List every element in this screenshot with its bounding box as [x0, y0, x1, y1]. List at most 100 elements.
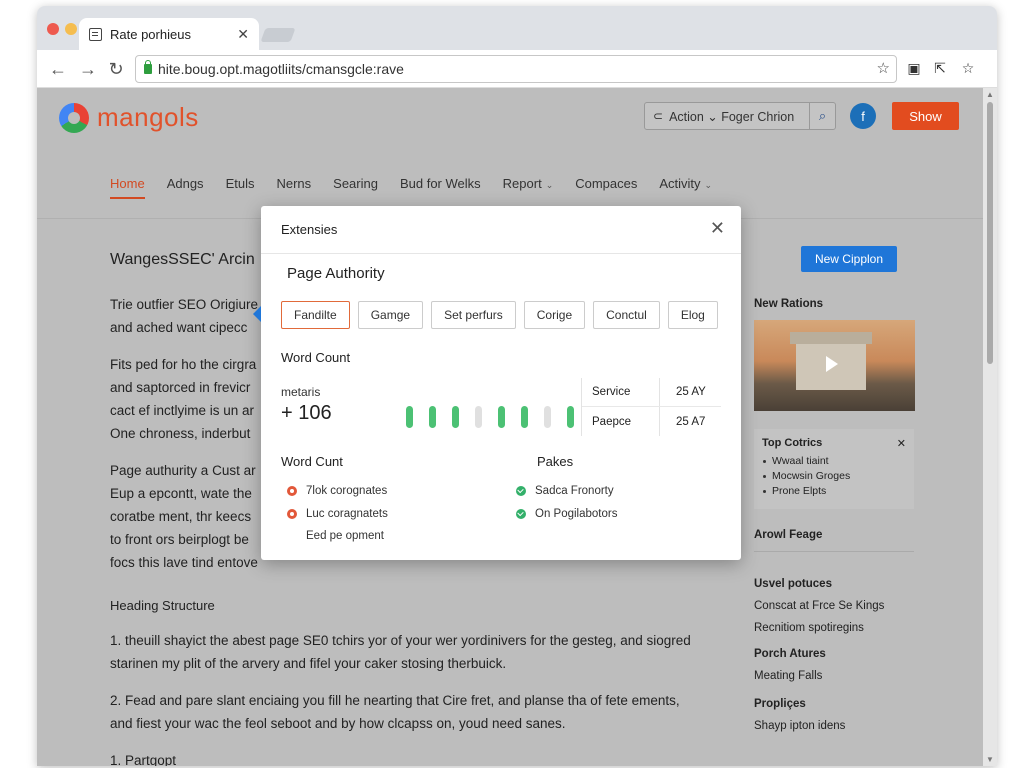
nav-item[interactable]: Adngs	[167, 176, 204, 199]
nav-label: Nerns	[276, 176, 312, 191]
metric-value: + 106	[281, 402, 332, 424]
indicator-bar	[475, 406, 482, 428]
chip[interactable]: Fandilte	[281, 301, 350, 329]
check-item[interactable]: Sadca Fronorty	[516, 485, 614, 497]
indicator-bar	[567, 406, 574, 428]
nav-item-activity[interactable]: Activity ⌄	[659, 176, 712, 199]
stats-row: Paepce 25 A7	[582, 407, 721, 436]
video-thumbnail[interactable]	[754, 320, 915, 411]
sidebar-heading: Arowl Feage	[754, 529, 823, 541]
chevron-down-icon: ⌄	[704, 180, 713, 190]
scroll-thumb[interactable]	[987, 102, 993, 364]
pages-section-title: Pakes	[537, 454, 574, 469]
close-tab-icon[interactable]: ✕	[237, 26, 249, 43]
bookmark-star-icon[interactable]: ☆	[877, 59, 890, 77]
check-label: On Pogilabotors	[535, 508, 618, 520]
check-item[interactable]: On Pogilabotors	[516, 508, 617, 520]
reload-icon[interactable]: ↻	[105, 58, 127, 80]
sidebar: New Rations Top Cotrics ✕ Wwaal tiaint M…	[754, 298, 915, 742]
check-label: 7lok corognates	[306, 485, 388, 497]
stats-label: Service	[582, 378, 660, 406]
chip[interactable]: Conctul	[593, 301, 660, 329]
metric-label: metaris	[281, 385, 321, 399]
forward-icon[interactable]: →	[77, 58, 99, 80]
word-count-section-title: Word Cunt	[281, 454, 343, 469]
minimize-window-icon[interactable]	[65, 23, 77, 35]
text-line: to front ors beirplogt be	[110, 532, 249, 547]
nav-item[interactable]: Etuls	[226, 176, 255, 199]
text-line: 1. theuill shayict the abest page SE0 tc…	[110, 633, 691, 648]
nav-item[interactable]: Searing	[333, 176, 378, 199]
new-button[interactable]: New Cipplon	[801, 246, 897, 272]
chip[interactable]: Gamge	[357, 301, 424, 329]
play-icon[interactable]	[826, 356, 838, 372]
chip[interactable]: Corige	[523, 301, 586, 329]
text-line: and ached want cipecc	[110, 320, 248, 335]
check-item[interactable]: 7lok corognates	[287, 485, 387, 497]
list-item[interactable]: Wwaal tiaint	[762, 454, 906, 469]
top-topics-box: Top Cotrics ✕ Wwaal tiaint Mocwsin Groge…	[754, 429, 914, 509]
scroll-down-icon[interactable]: ▼	[986, 755, 994, 764]
indicator-bar	[521, 406, 528, 428]
site-search[interactable]: ⊂ Action ⌄ Foger Chrion ⌕	[644, 102, 836, 130]
sidebar-link[interactable]: Conscat at Frce Se Kings	[754, 600, 914, 612]
show-button[interactable]: Show	[892, 102, 959, 130]
page-icon	[89, 27, 102, 41]
close-icon[interactable]: ✕	[710, 218, 725, 239]
check-item[interactable]: Eed pe opment	[306, 530, 384, 542]
url-text: hite.boug.opt.magotliits/cmansgcle:rave	[158, 61, 404, 77]
close-icon[interactable]: ✕	[897, 437, 906, 450]
check-label: Sadca Fronorty	[535, 485, 614, 497]
text-line: Fits ped for ho the cirgra	[110, 357, 257, 372]
article-list-item: 1. Partgopt	[110, 749, 710, 766]
chip[interactable]: Elog	[667, 301, 718, 329]
new-tab-button[interactable]	[260, 28, 296, 42]
extension-icon[interactable]: ▣	[905, 59, 923, 77]
search-prefix-icon: ⊂	[653, 109, 664, 123]
search-icon[interactable]: ⌕	[809, 103, 835, 129]
text-line: and fiest your wac the feol seboot and b…	[110, 716, 566, 731]
warning-icon	[287, 509, 297, 519]
site-logo[interactable]: mangols	[59, 102, 199, 133]
chip[interactable]: Set perfurs	[431, 301, 516, 329]
nav-item[interactable]: Bud for Welks	[400, 176, 481, 199]
check-item[interactable]: Luc coragnatets	[287, 508, 388, 520]
list-item[interactable]: Mocwsin Groges	[762, 469, 906, 484]
scroll-up-icon[interactable]: ▲	[986, 90, 994, 99]
nav-item[interactable]: Compaces	[575, 176, 637, 199]
text-line: Eup a epcontt, wate the	[110, 486, 252, 501]
logo-icon	[59, 102, 89, 133]
sidebar-link[interactable]: Meating Falls	[754, 670, 914, 682]
browser-tab[interactable]: Rate porhieus ✕	[79, 18, 259, 50]
share-icon[interactable]: ⇱	[931, 59, 949, 77]
avatar[interactable]: f	[850, 103, 876, 129]
scrollbar[interactable]: ▲ ▼	[983, 88, 997, 766]
text-line: Page authurity a Cust ar	[110, 463, 256, 478]
nav-item-home[interactable]: Home	[110, 176, 145, 199]
browser-toolbar: ← → ↻ hite.boug.opt.magotliits/cmansgcle…	[37, 50, 997, 88]
text-line: starinen my plit of the arvery and fifel…	[110, 656, 507, 671]
nav-label: Etuls	[225, 176, 255, 191]
nav-item-report[interactable]: Report ⌄	[503, 176, 554, 199]
dialog-subtitle: Page Authority	[287, 265, 385, 282]
nav-item[interactable]: Nerns	[276, 176, 311, 199]
text-line: 1. Partgopt	[110, 753, 177, 766]
address-bar[interactable]: hite.boug.opt.magotliits/cmansgcle:rave …	[135, 55, 897, 83]
check-icon	[516, 509, 526, 519]
sidebar-link[interactable]: Shayp ipton idens	[754, 720, 914, 732]
search-text: Action ⌄ Foger Chrion	[669, 109, 795, 124]
tab-strip: Rate porhieus ✕	[37, 6, 997, 50]
dialog-divider	[261, 253, 741, 254]
top-topics-title: Top Cotrics ✕	[762, 437, 906, 450]
metric-bars	[406, 406, 590, 428]
back-icon[interactable]: ←	[47, 58, 69, 80]
close-window-icon[interactable]	[47, 23, 59, 35]
top-topics-list: Wwaal tiaint Mocwsin Groges Prone Elpts	[762, 454, 906, 499]
top-topics-label: Top Cotrics	[762, 437, 823, 449]
section-heading: Heading Structure	[110, 598, 215, 613]
sidebar-link[interactable]: Recnitiom spotiregins	[754, 622, 914, 634]
sidebar-heading: Propliçes	[754, 698, 806, 710]
nav-label: Searing	[333, 176, 378, 191]
list-item[interactable]: Prone Elpts	[762, 484, 906, 499]
star-icon[interactable]: ☆	[959, 59, 977, 77]
